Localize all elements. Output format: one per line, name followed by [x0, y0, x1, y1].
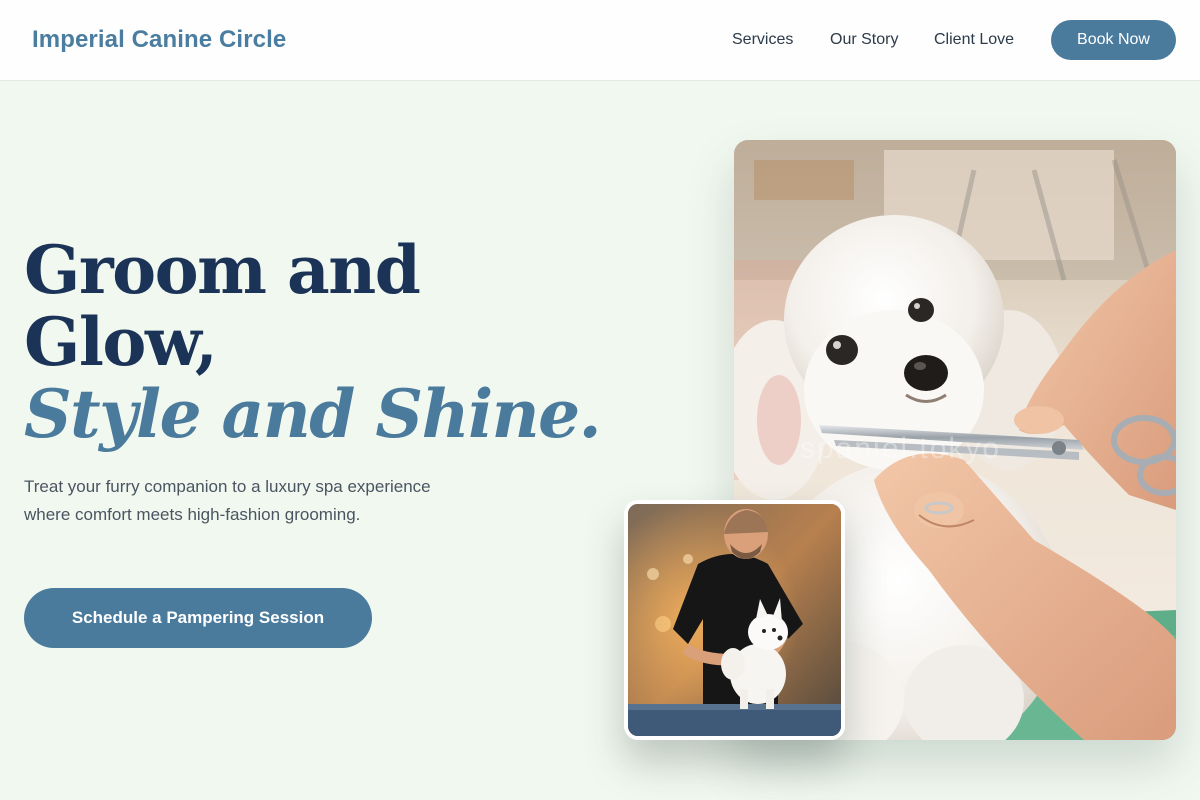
hero-subtext: Treat your furry companion to a luxury s… [24, 477, 431, 524]
photo-watermark: spaniel.tokyo [800, 432, 1002, 465]
hero-headline: Groom and Glow, Style and Shine. [24, 231, 602, 453]
nav-link-our-story[interactable]: Our Story [830, 31, 898, 49]
nav-link-client-love[interactable]: Client Love [934, 31, 1014, 49]
headline-accent: Style and Shine. [24, 375, 602, 453]
brand-logo[interactable]: Imperial Canine Circle [32, 26, 286, 54]
groomer-with-spitz-photo [624, 500, 845, 740]
book-now-button[interactable]: Book Now [1051, 20, 1176, 60]
headline-line-2: Glow, [24, 303, 218, 381]
groomer-spitz-illustration [628, 504, 841, 736]
schedule-session-button[interactable]: Schedule a Pampering Session [24, 588, 372, 648]
site-header: Imperial Canine Circle Services Our Stor… [0, 0, 1200, 81]
nav-link-services[interactable]: Services [732, 31, 793, 49]
headline-line-1: Groom and [24, 231, 421, 309]
